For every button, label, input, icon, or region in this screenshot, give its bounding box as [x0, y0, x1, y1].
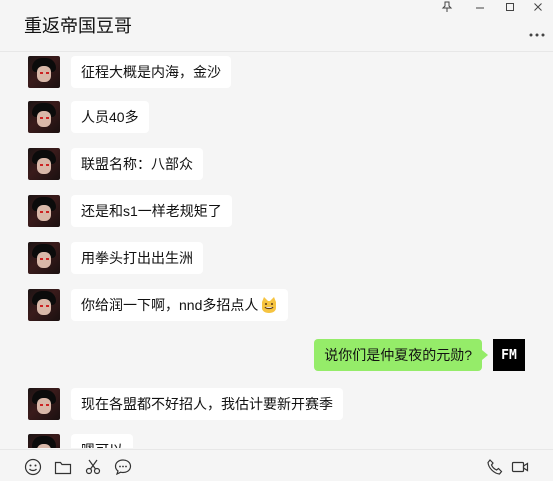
avatar-self[interactable]: FM	[493, 339, 525, 371]
emoji-icon[interactable]	[24, 458, 42, 476]
scissors-icon[interactable]	[84, 458, 102, 476]
message-bubble[interactable]: 用拳头打出出生洲	[71, 242, 203, 274]
close-icon[interactable]	[527, 0, 549, 18]
avatar-label: FM	[501, 347, 517, 363]
grinning-cat-emoji	[260, 296, 278, 314]
message-row: 嗯可以	[28, 434, 133, 448]
input-toolbar	[0, 449, 553, 479]
minimize-icon[interactable]	[469, 0, 491, 18]
pin-icon[interactable]	[436, 0, 458, 18]
message-list[interactable]: 征程大概是内海，金沙 人员40多 联盟名称：八部众 还是和s1一样老规矩了 用拳…	[0, 53, 553, 448]
video-call-icon[interactable]	[511, 458, 529, 476]
chat-title: 重返帝国豆哥	[24, 16, 132, 36]
message-text: 你给润一下啊，nnd多招点人	[81, 297, 259, 313]
more-icon[interactable]	[529, 24, 545, 42]
message-row: 征程大概是内海，金沙	[28, 56, 231, 88]
message-bubble[interactable]: 征程大概是内海，金沙	[71, 56, 231, 88]
message-row-self: 说你们是仲夏夜的元勋? FM	[314, 339, 525, 371]
message-row: 你给润一下啊，nnd多招点人	[28, 289, 289, 321]
message-row: 还是和s1一样老规矩了	[28, 195, 232, 227]
message-bubble[interactable]: 联盟名称：八部众	[71, 148, 203, 180]
chat-bubble-icon[interactable]	[114, 458, 132, 476]
message-bubble-self[interactable]: 说你们是仲夏夜的元勋?	[314, 339, 488, 371]
message-bubble[interactable]: 人员40多	[71, 101, 149, 133]
message-row: 用拳头打出出生洲	[28, 242, 203, 274]
maximize-icon[interactable]	[499, 0, 521, 18]
avatar[interactable]	[28, 289, 60, 321]
message-row: 联盟名称：八部众	[28, 148, 203, 180]
avatar[interactable]	[28, 242, 60, 274]
message-bubble[interactable]: 你给润一下啊，nnd多招点人	[71, 289, 289, 321]
title-bar: 重返帝国豆哥	[0, 0, 553, 52]
message-bubble[interactable]: 嗯可以	[71, 434, 133, 448]
avatar[interactable]	[28, 195, 60, 227]
avatar[interactable]	[28, 56, 60, 88]
avatar[interactable]	[28, 101, 60, 133]
message-bubble[interactable]: 现在各盟都不好招人，我估计要新开赛季	[71, 388, 343, 420]
message-row: 人员40多	[28, 101, 149, 133]
message-row: 现在各盟都不好招人，我估计要新开赛季	[28, 388, 343, 420]
folder-icon[interactable]	[54, 458, 72, 476]
avatar[interactable]	[28, 388, 60, 420]
message-bubble[interactable]: 还是和s1一样老规矩了	[71, 195, 232, 227]
phone-icon[interactable]	[486, 458, 504, 476]
avatar[interactable]	[28, 148, 60, 180]
avatar[interactable]	[28, 434, 60, 448]
